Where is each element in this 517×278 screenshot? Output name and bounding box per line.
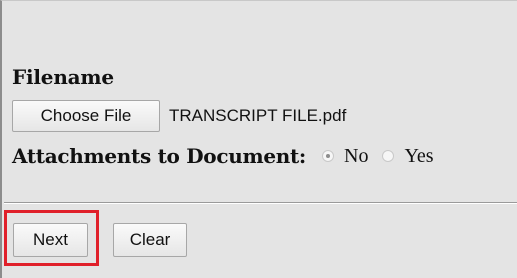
attachments-row: Attachments to Document: No Yes: [12, 144, 434, 168]
attachments-yes-label[interactable]: Yes: [404, 145, 433, 168]
attachments-no-label[interactable]: No: [344, 145, 368, 168]
attachments-label: Attachments to Document:: [12, 144, 307, 168]
next-button[interactable]: Next: [13, 223, 88, 257]
file-input-row: Choose File TRANSCRIPT FILE.pdf: [12, 100, 346, 132]
section-divider: [4, 202, 517, 204]
clear-button[interactable]: Clear: [113, 223, 187, 257]
selected-file-name: TRANSCRIPT FILE.pdf: [169, 106, 347, 125]
filename-label: Filename: [12, 65, 114, 89]
attachments-yes-radio[interactable]: [382, 150, 395, 162]
attachments-no-radio[interactable]: [322, 150, 335, 162]
choose-file-button[interactable]: Choose File: [12, 100, 160, 132]
